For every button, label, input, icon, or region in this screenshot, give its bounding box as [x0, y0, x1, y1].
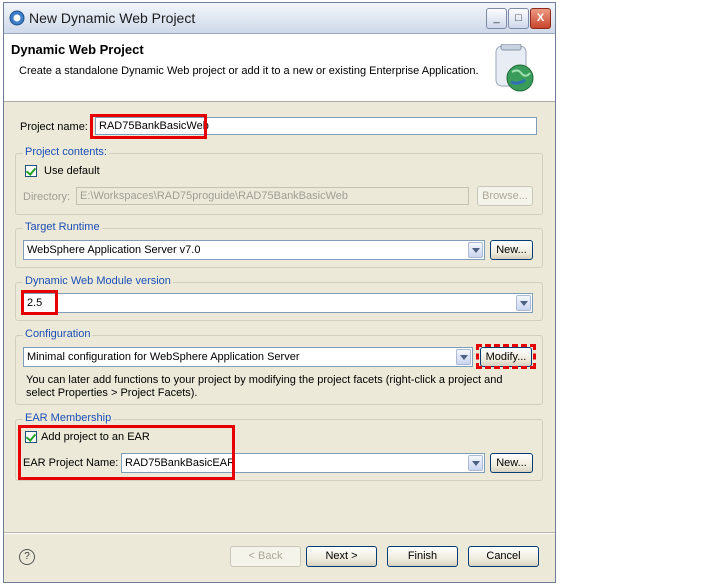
- highlight-project-name: [90, 114, 207, 139]
- chevron-down-icon[interactable]: [456, 349, 471, 365]
- back-button[interactable]: < Back: [230, 546, 301, 567]
- window-title: New Dynamic Web Project: [29, 10, 196, 26]
- project-contents-group: [15, 153, 543, 215]
- directory-label: Directory:: [23, 191, 71, 203]
- minimize-button[interactable]: _: [486, 8, 507, 29]
- maximize-button[interactable]: □: [508, 8, 529, 29]
- highlight-ear-membership: [18, 425, 235, 480]
- target-runtime-select[interactable]: WebSphere Application Server v7.0: [23, 240, 485, 260]
- project-contents-legend: Project contents:: [23, 146, 109, 158]
- highlight-modify: [476, 344, 536, 369]
- project-name-label: Project name:: [20, 121, 88, 133]
- configuration-note-line1: You can later add functions to your proj…: [26, 374, 503, 386]
- module-version-select[interactable]: 2.5: [23, 293, 533, 313]
- title-bar: New Dynamic Web Project _ □ X: [4, 3, 555, 34]
- directory-input[interactable]: E:\Workspaces\RAD75proguide\RAD75BankBas…: [76, 187, 469, 205]
- configuration-legend: Configuration: [23, 328, 93, 340]
- wizard-header: Dynamic Web Project Create a standalone …: [4, 34, 555, 102]
- ear-membership-legend: EAR Membership: [23, 412, 114, 424]
- target-runtime-legend: Target Runtime: [23, 221, 102, 233]
- use-default-label: Use default: [44, 165, 100, 177]
- chevron-down-icon[interactable]: [468, 455, 483, 471]
- next-button[interactable]: Next >: [306, 546, 377, 567]
- dialog-window: New Dynamic Web Project _ □ X Dynamic We…: [3, 2, 556, 583]
- eclipse-icon: [9, 10, 25, 26]
- cancel-button[interactable]: Cancel: [468, 546, 539, 567]
- module-version-legend: Dynamic Web Module version: [23, 275, 173, 287]
- browse-button[interactable]: Browse...: [477, 186, 533, 206]
- chevron-down-icon[interactable]: [468, 242, 483, 258]
- ear-new-button[interactable]: New...: [490, 453, 533, 473]
- chevron-down-icon[interactable]: [516, 295, 531, 311]
- highlight-module-version: [21, 290, 58, 315]
- configuration-select[interactable]: Minimal configuration for WebSphere Appl…: [23, 347, 473, 367]
- use-default-checkbox[interactable]: [25, 165, 37, 177]
- help-icon[interactable]: ?: [19, 549, 35, 565]
- page-title: Dynamic Web Project: [11, 42, 144, 57]
- target-runtime-value: WebSphere Application Server v7.0: [27, 244, 201, 256]
- page-description: Create a standalone Dynamic Web project …: [19, 65, 479, 77]
- runtime-new-button[interactable]: New...: [490, 240, 533, 260]
- finish-button[interactable]: Finish: [387, 546, 458, 567]
- configuration-note-line2: select Properties > Project Facets).: [26, 387, 198, 399]
- footer-separator: [4, 532, 555, 534]
- close-button[interactable]: X: [530, 8, 551, 29]
- web-project-globe-icon: [495, 44, 534, 92]
- configuration-value: Minimal configuration for WebSphere Appl…: [27, 351, 300, 363]
